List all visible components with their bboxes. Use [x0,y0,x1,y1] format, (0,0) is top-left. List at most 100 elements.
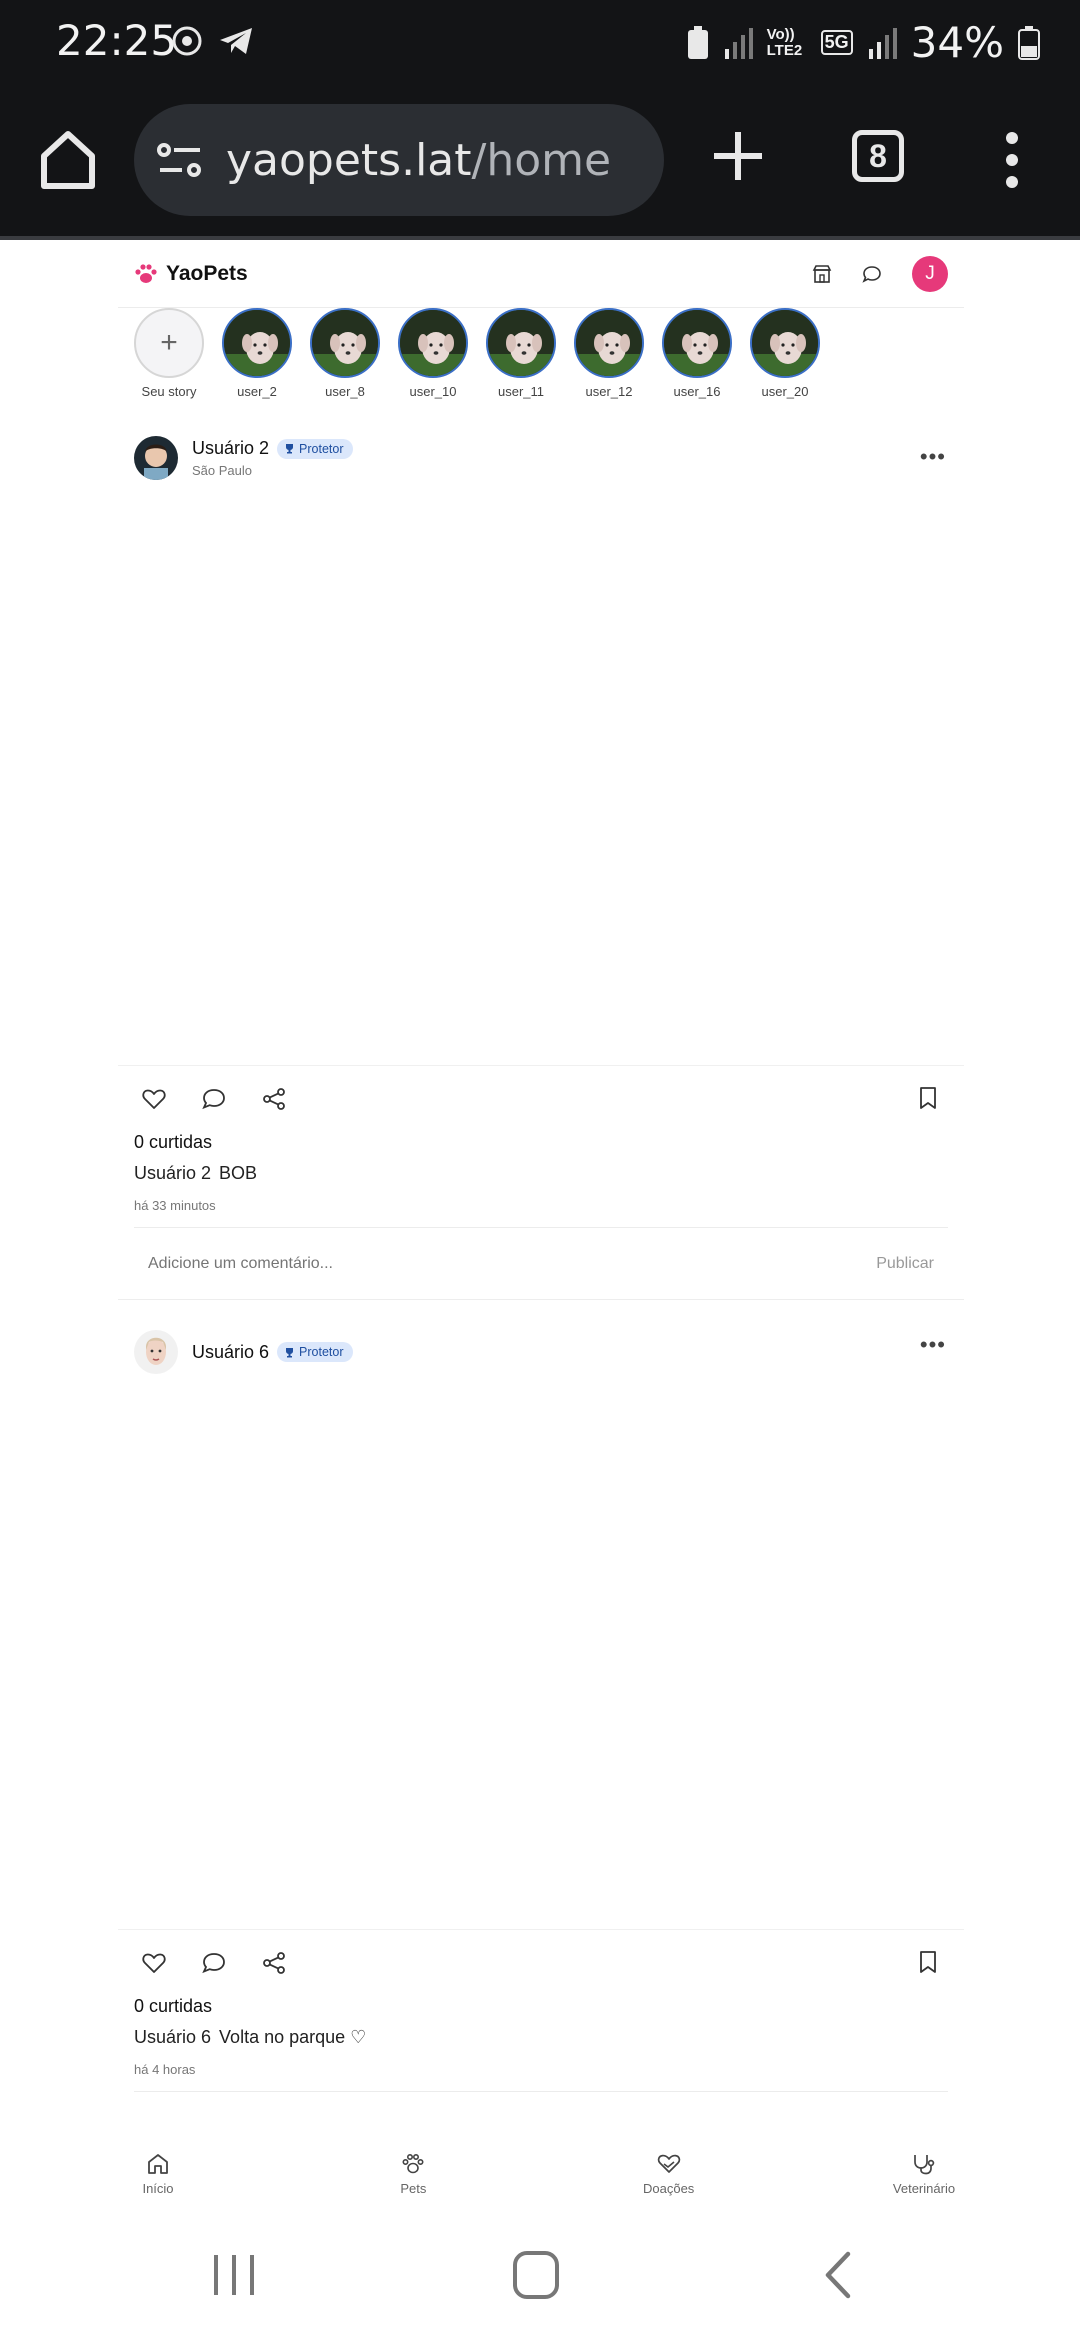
story-label: user_12 [585,384,633,399]
protector-badge: Protetor [277,1342,353,1362]
feed-post: Usuário 2 Protetor São Paulo ••• 0 curti… [118,420,964,1300]
story-avatar[interactable] [310,308,380,378]
bottom-nav: Início Pets Doações Veterinário [118,2128,964,2220]
child-avatar-icon [134,436,178,480]
story-label: user_10 [409,384,457,399]
nav-item-pets[interactable]: Pets [373,2153,453,2196]
dog-photo-icon [664,310,730,376]
badge-label: Protetor [299,1345,344,1359]
tab-switcher-button[interactable]: 8 [852,130,904,182]
publish-button[interactable]: Publicar [876,1255,934,1273]
likes-count: 0 curtidas [134,1996,213,2016]
post-time: há 4 horas [134,2062,196,2077]
story-label: user_16 [673,384,721,399]
bookmark-icon[interactable] [918,1086,938,1110]
system-icons: Vo)) LTE2 5G 34% [687,18,1040,67]
like-heart-icon[interactable] [142,1088,166,1110]
story-avatar[interactable] [574,308,644,378]
heart-hand-icon [657,2154,680,2173]
badge-label: Protetor [299,441,344,456]
comment-input[interactable] [148,1254,748,1273]
new-tab-icon[interactable] [712,130,764,182]
url-text[interactable]: yaopets.lat/home [226,135,611,186]
user-avatar[interactable]: J [912,255,948,292]
nav-label: Pets [400,2180,427,2196]
stories-bar: + Seu story user_2 user_8 user_10 user_1… [118,308,964,406]
story-item[interactable]: user_16 [662,308,732,406]
site-settings-icon[interactable] [156,140,204,180]
nav-label: Início [142,2180,174,2196]
store-icon[interactable] [812,264,832,284]
recents-icon[interactable] [212,2252,256,2298]
story-own[interactable]: + Seu story [134,308,204,406]
share-icon[interactable] [262,1088,286,1110]
post-image[interactable] [118,496,964,1066]
share-icon[interactable] [262,1952,286,1974]
dog-photo-icon [488,310,554,376]
dog-photo-icon [312,310,378,376]
bookmark-icon[interactable] [918,1950,938,1974]
comment-icon[interactable] [202,1952,226,1974]
signal-icon-2 [868,27,897,59]
post-image[interactable] [118,1390,964,1930]
story-item[interactable]: user_8 [310,308,380,406]
story-avatar[interactable] [222,308,292,378]
battery-percent: 34% [910,18,1004,67]
protector-badge: Protetor [277,438,353,459]
back-icon[interactable] [822,2250,854,2300]
app-container: YaoPets J + Seu story user_2 user_8 user… [118,240,964,2092]
brand[interactable]: YaoPets [134,262,248,286]
network-indicator: 5G [820,30,853,55]
story-item[interactable]: user_20 [750,308,820,406]
story-item[interactable]: user_2 [222,308,292,406]
more-options-icon[interactable]: ••• [920,444,946,470]
nav-item-home[interactable]: Início [118,2153,198,2196]
more-options-icon[interactable]: ••• [920,1332,946,1358]
chrome-icon [172,26,202,56]
url-path: /home [471,134,612,186]
post-actions [118,1066,964,1132]
caption-text: Volta no parque ♡ [219,2027,367,2047]
address-bar[interactable]: yaopets.lat/home [134,104,664,216]
app-header: YaoPets J [118,240,964,308]
battery-icon [1018,25,1040,60]
story-label: user_20 [761,384,809,399]
home-icon[interactable] [40,130,96,190]
story-item[interactable]: user_11 [486,308,556,406]
dog-photo-icon [224,310,290,376]
add-story-icon[interactable]: + [134,308,204,378]
comment-icon[interactable] [202,1088,226,1110]
trophy-icon [286,444,294,454]
story-label: user_8 [325,384,365,399]
post-author-name[interactable]: Usuário 2 [192,438,269,459]
post-name-row: Usuário 2 Protetor [192,438,353,459]
story-avatar[interactable] [398,308,468,378]
caption-author[interactable]: Usuário 6 [134,2027,211,2047]
more-vert-icon[interactable] [1000,132,1024,188]
paw-logo-icon [135,263,157,283]
story-label: user_11 [497,384,544,399]
dog-photo-icon [576,310,642,376]
chat-icon[interactable] [862,264,882,284]
post-author-avatar[interactable] [134,436,178,480]
story-avatar[interactable] [486,308,556,378]
post-author-avatar[interactable] [134,1330,178,1374]
story-item[interactable]: user_10 [398,308,468,406]
like-heart-icon[interactable] [142,1952,166,1974]
story-item[interactable]: user_12 [574,308,644,406]
nav-item-donations[interactable]: Doações [629,2153,709,2196]
volte-indicator: Vo)) LTE2 [766,25,803,59]
person-avatar-icon [134,1330,178,1374]
nav-item-vet[interactable]: Veterinário [884,2153,964,2196]
comment-form: Publicar [134,1227,948,1299]
post-caption: Usuário 2 BOB [118,1163,964,1184]
likes-count: 0 curtidas [134,1132,213,1152]
post-author-name[interactable]: Usuário 6 [192,1342,269,1363]
story-avatar[interactable] [662,308,732,378]
home-nav-icon[interactable] [512,2250,560,2300]
post-author: Usuário 6 Protetor [192,1342,353,1363]
caption-author[interactable]: Usuário 2 [134,1163,211,1183]
paw-icon [402,2153,424,2173]
story-avatar[interactable] [750,308,820,378]
browser-toolbar: yaopets.lat/home 8 [0,90,1080,238]
